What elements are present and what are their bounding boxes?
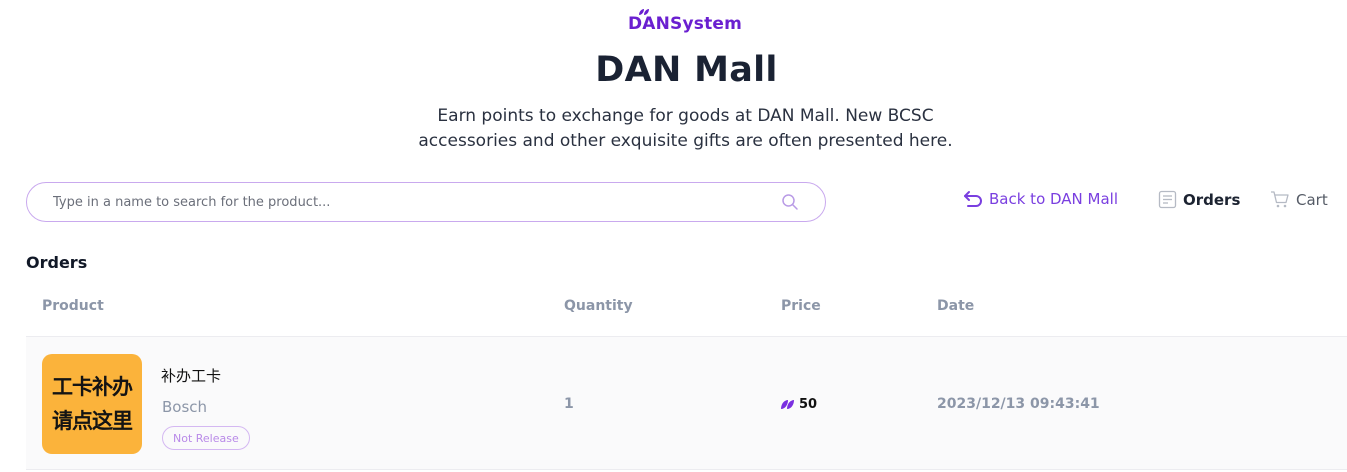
brand-logo[interactable]: DANSystem xyxy=(0,9,1347,34)
thumbnail-text-line-2: 请点这里 xyxy=(52,409,133,433)
search-bar xyxy=(26,182,826,222)
order-price: 50 xyxy=(780,397,817,412)
product-name[interactable]: 补办工卡 xyxy=(161,365,221,386)
page-subtitle: Earn points to exchange for goods at DAN… xyxy=(0,104,1347,154)
column-header-date: Date xyxy=(937,298,975,314)
undo-arrow-icon xyxy=(964,191,982,207)
table-row[interactable]: 工卡补办 请点这里 补办工卡 Bosch Not Release 1 50 20… xyxy=(26,336,1347,470)
logo-text: DANSystem xyxy=(627,14,743,34)
subtitle-line-1: Earn points to exchange for goods at DAN… xyxy=(437,106,934,126)
cart-link[interactable]: Cart xyxy=(1270,190,1328,209)
cart-label: Cart xyxy=(1296,190,1328,209)
leaf-points-icon xyxy=(781,400,794,409)
order-date: 2023/12/13 09:43:41 xyxy=(937,396,1100,412)
thumbnail-text-line-1: 工卡补办 xyxy=(52,375,133,399)
column-header-quantity: Quantity xyxy=(564,298,633,314)
search-input[interactable] xyxy=(53,194,773,210)
subtitle-line-2: accessories and other exquisite gifts ar… xyxy=(418,131,953,151)
order-quantity: 1 xyxy=(564,396,574,412)
orders-section-title: Orders xyxy=(26,253,88,272)
orders-link[interactable]: Orders xyxy=(1158,190,1240,209)
cart-icon xyxy=(1271,191,1289,208)
column-header-product: Product xyxy=(42,298,104,314)
back-to-mall-label: Back to DAN Mall xyxy=(989,190,1119,208)
status-badge: Not Release xyxy=(162,426,250,450)
orders-list-icon xyxy=(1158,190,1177,209)
product-brand: Bosch xyxy=(162,398,208,416)
column-header-price: Price xyxy=(781,298,821,314)
product-thumbnail[interactable]: 工卡补办 请点这里 xyxy=(42,354,142,454)
back-to-mall-link[interactable]: Back to DAN Mall xyxy=(963,190,1118,208)
search-icon[interactable] xyxy=(781,193,799,211)
page-title: DAN Mall xyxy=(595,50,778,90)
orders-label: Orders xyxy=(1183,190,1241,209)
price-value: 50 xyxy=(799,397,818,412)
leaf-logo-icon xyxy=(638,9,649,15)
